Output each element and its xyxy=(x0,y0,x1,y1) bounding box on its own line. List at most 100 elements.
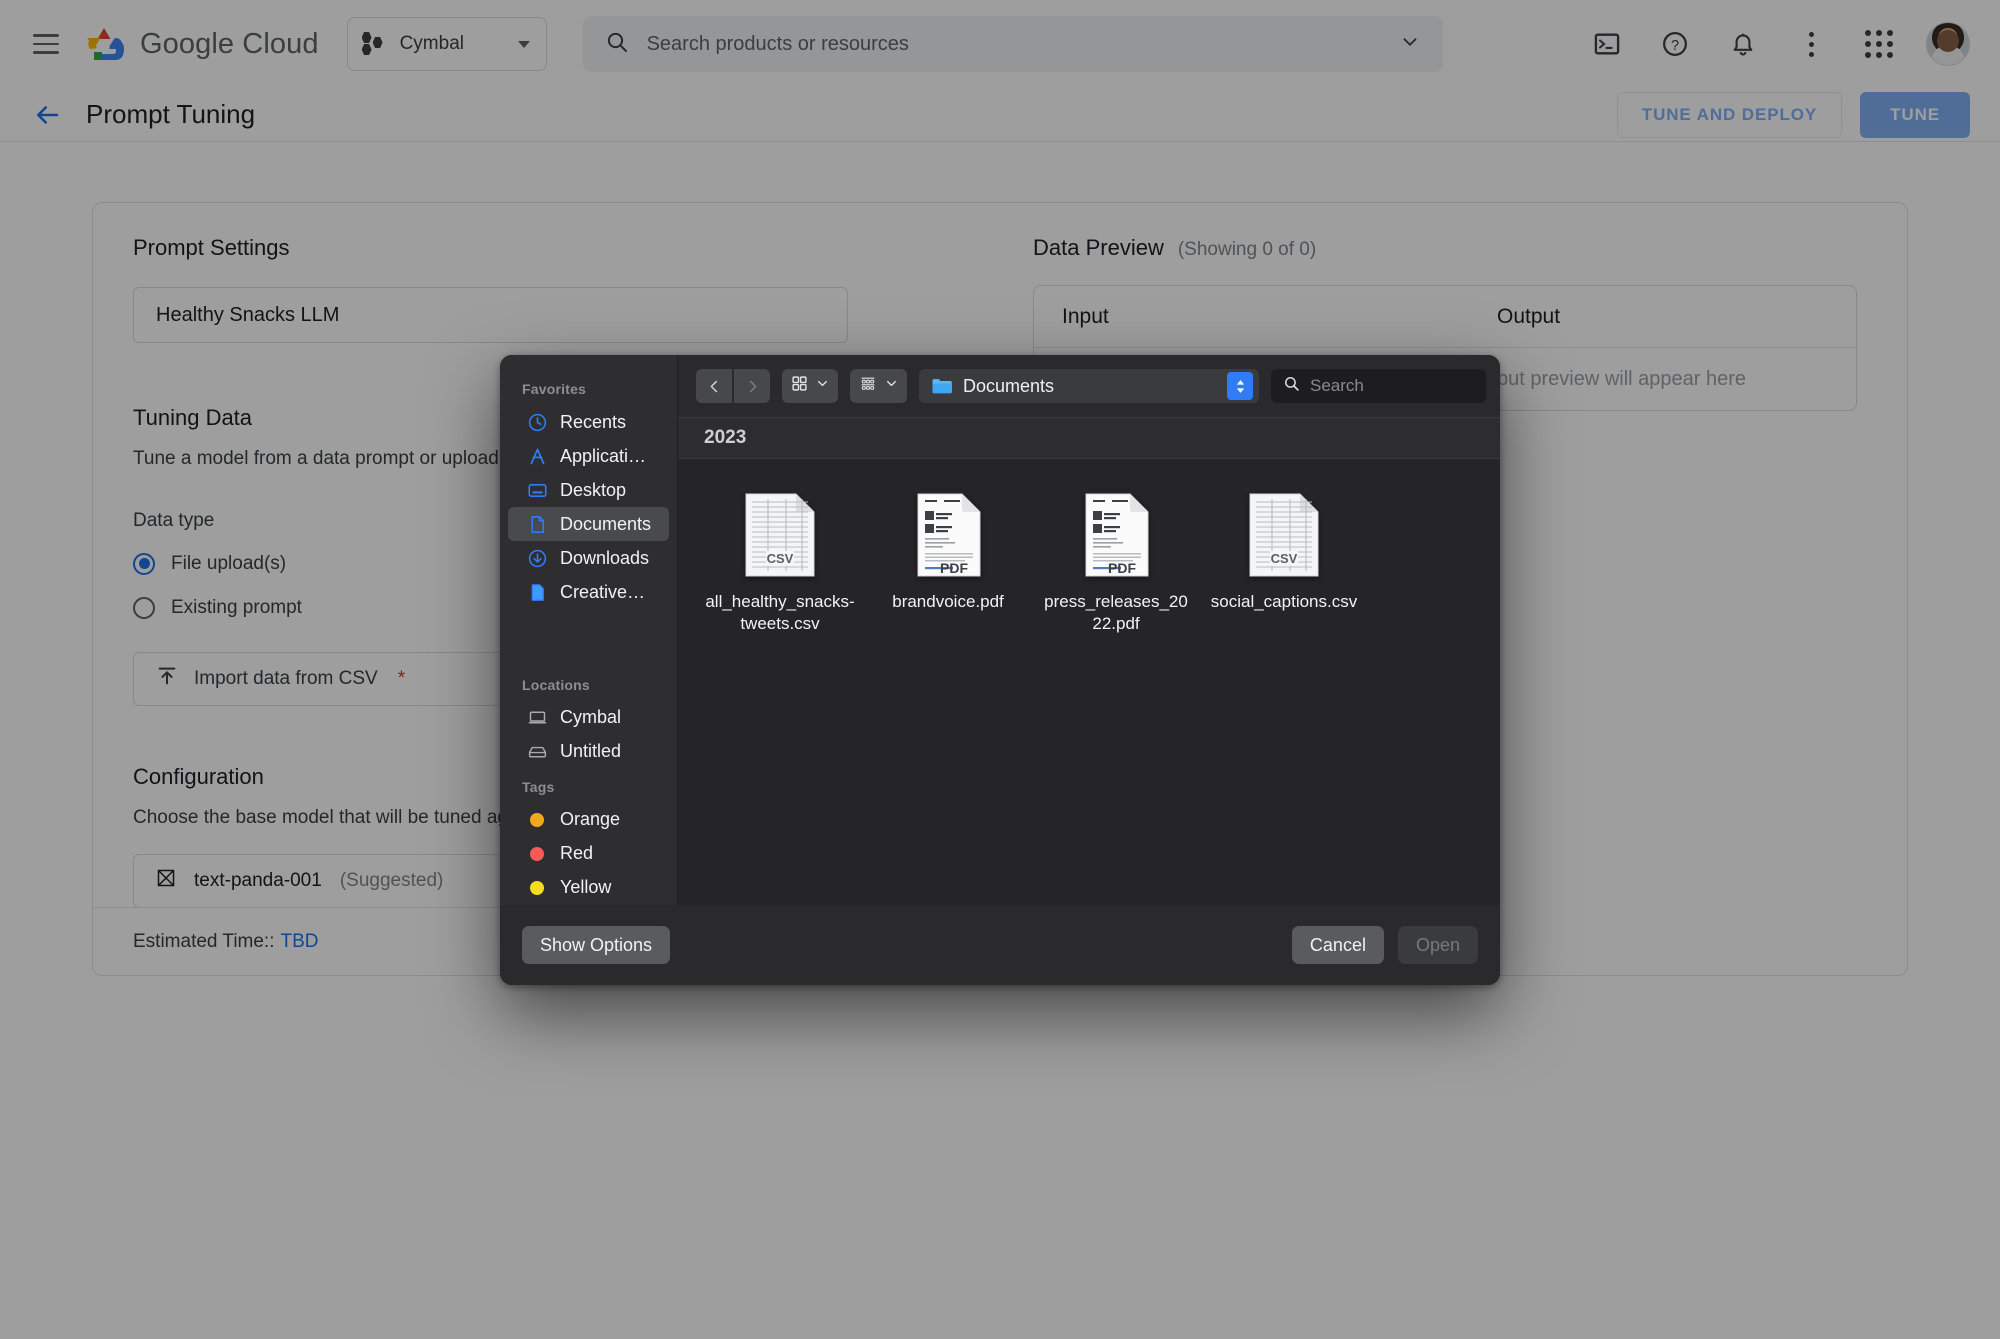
upload-icon xyxy=(156,665,178,693)
navigation-buttons xyxy=(696,369,770,403)
radio-file-uploads-control[interactable] xyxy=(133,552,155,575)
tag-dot-icon xyxy=(526,809,548,831)
page-title: Prompt Tuning xyxy=(86,99,256,129)
svg-text:?: ? xyxy=(1671,38,1679,54)
file-search-input[interactable] xyxy=(1310,376,1474,396)
hamburger-menu-icon[interactable] xyxy=(22,20,70,68)
open-button: Open xyxy=(1397,926,1478,964)
file-picker-footer: Show Options Cancel Open xyxy=(500,905,1500,985)
group-view-button[interactable] xyxy=(850,369,907,403)
sidebar-label-red: Red xyxy=(560,843,594,864)
sidebar-group-tags: Tags xyxy=(522,778,555,795)
file-picker-sidebar: Favorites Recents Applicati… Desktop Doc… xyxy=(500,355,678,905)
file-item[interactable]: PDF press_releases_2022.pdf xyxy=(1032,485,1200,648)
user-avatar[interactable] xyxy=(1926,22,1970,66)
tune-and-deploy-button[interactable]: TUNE AND DEPLOY xyxy=(1616,91,1843,138)
model-name: text-panda-001 xyxy=(194,870,322,891)
brand-cloud: Cloud xyxy=(242,27,319,60)
cancel-button[interactable]: Cancel xyxy=(1291,926,1384,964)
google-cloud-logo-icon xyxy=(82,25,126,63)
sidebar-item-cymbal[interactable]: Cymbal xyxy=(508,701,669,735)
pdf-file-icon: PDF xyxy=(906,491,990,579)
import-label: Import data from CSV xyxy=(194,667,378,689)
global-top-bar: Google Cloud Cymbal ? xyxy=(0,0,2000,88)
laptop-icon xyxy=(526,707,548,729)
column-header-input: Input xyxy=(1062,304,1109,328)
project-selector[interactable]: Cymbal xyxy=(346,17,547,71)
sidebar-item-downloads[interactable]: Downloads xyxy=(508,541,669,575)
global-search[interactable] xyxy=(582,16,1443,72)
output-placeholder-cell: put preview will appear here xyxy=(1469,348,1856,410)
google-cloud-brand[interactable]: Google Cloud xyxy=(82,25,319,63)
apps-grid-icon[interactable] xyxy=(1858,23,1900,65)
file-name: all_healthy_snacks-tweets.csv xyxy=(705,592,855,634)
file-grid: CSV all_healthy_snacks-tweets.csv PDF br… xyxy=(678,459,1500,905)
model-suggested-label: (Suggested) xyxy=(339,870,444,891)
sidebar-label-documents: Documents xyxy=(560,513,652,534)
file-item[interactable]: CSV social_captions.csv xyxy=(1200,485,1368,648)
path-popup-button[interactable]: Documents xyxy=(919,369,1259,403)
file-picker-toolbar: Documents xyxy=(678,355,1500,417)
sidebar-label-untitled: Untitled xyxy=(560,741,622,762)
sidebar-group-favorites: Favorites xyxy=(522,381,587,397)
svg-text:CSV: CSV xyxy=(1271,551,1298,566)
tune-button[interactable]: TUNE xyxy=(1860,91,1970,138)
sidebar-label-cymbal: Cymbal xyxy=(560,707,622,728)
download-icon xyxy=(526,547,548,569)
sidebar-item-desktop[interactable]: Desktop xyxy=(508,473,669,507)
sidebar-item-creative[interactable]: Creative… xyxy=(508,575,669,609)
back-arrow-icon[interactable] xyxy=(30,98,64,132)
sidebar-label-yellow: Yellow xyxy=(560,877,612,898)
brand-google: Google xyxy=(140,27,235,60)
sidebar-label-desktop: Desktop xyxy=(560,479,627,500)
sidebar-tag-red[interactable]: Red xyxy=(508,837,669,871)
stepper-up-down-icon[interactable] xyxy=(1227,372,1253,400)
file-name: social_captions.csv xyxy=(1210,592,1358,611)
estimated-time-value[interactable]: TBD xyxy=(281,931,319,953)
data-preview-thead: Input Output xyxy=(1034,286,1856,348)
more-vert-icon[interactable] xyxy=(1790,23,1832,65)
grid-view-button[interactable] xyxy=(782,369,838,403)
file-group-header: 2023 xyxy=(678,417,1500,459)
sidebar-label-recents: Recents xyxy=(560,411,627,432)
file-picker-dialog: Favorites Recents Applicati… Desktop Doc… xyxy=(500,355,1500,985)
sidebar-item-documents[interactable]: Documents xyxy=(508,507,669,542)
sidebar-item-recents[interactable]: Recents xyxy=(508,405,669,439)
file-picker-body: Favorites Recents Applicati… Desktop Doc… xyxy=(500,355,1500,905)
data-preview-title: Data Preview xyxy=(1033,235,1164,260)
applications-icon xyxy=(526,445,548,467)
notifications-bell-icon[interactable] xyxy=(1722,23,1764,65)
sidebar-label-creative: Creative… xyxy=(560,581,646,602)
chevron-left-icon[interactable] xyxy=(696,369,732,403)
path-label: Documents xyxy=(963,375,1055,396)
group-view-icon xyxy=(859,375,877,397)
search-chevron-down-icon[interactable] xyxy=(1399,31,1421,58)
csv-file-icon: CSV xyxy=(1242,491,1326,579)
prompt-settings-title: Prompt Settings xyxy=(133,235,290,260)
cloud-shell-terminal-icon[interactable] xyxy=(1586,23,1628,65)
help-icon[interactable]: ? xyxy=(1654,23,1696,65)
sidebar-item-untitled[interactable]: Untitled xyxy=(508,735,669,769)
file-item[interactable]: CSV all_healthy_snacks-tweets.csv xyxy=(696,485,864,648)
grid-view-icon xyxy=(791,375,808,397)
sidebar-tag-orange[interactable]: Orange xyxy=(508,803,669,837)
radio-existing-prompt-control[interactable] xyxy=(133,596,155,619)
clock-icon xyxy=(526,411,548,433)
file-search-field[interactable] xyxy=(1271,369,1486,403)
radio-existing-prompt-label: Existing prompt xyxy=(171,596,302,618)
show-options-button[interactable]: Show Options xyxy=(522,926,671,964)
search-icon xyxy=(1283,375,1300,397)
file-name: press_releases_2022.pdf xyxy=(1044,592,1188,634)
csv-file-icon: CSV xyxy=(738,491,822,579)
prompt-name-input[interactable]: Healthy Snacks LLM xyxy=(133,287,848,343)
chevron-right-icon[interactable] xyxy=(734,369,770,403)
search-input[interactable] xyxy=(646,32,1381,56)
file-item[interactable]: PDF brandvoice.pdf xyxy=(864,485,1032,648)
harddisk-icon xyxy=(526,741,548,763)
document-icon xyxy=(526,513,548,535)
sidebar-tag-yellow[interactable]: Yellow xyxy=(508,871,669,905)
sidebar-item-applications[interactable]: Applicati… xyxy=(508,439,669,473)
estimated-time-label: Estimated Time:: xyxy=(133,930,275,952)
chevron-down-icon xyxy=(885,377,898,395)
radio-file-uploads-label: File upload(s) xyxy=(171,552,287,574)
